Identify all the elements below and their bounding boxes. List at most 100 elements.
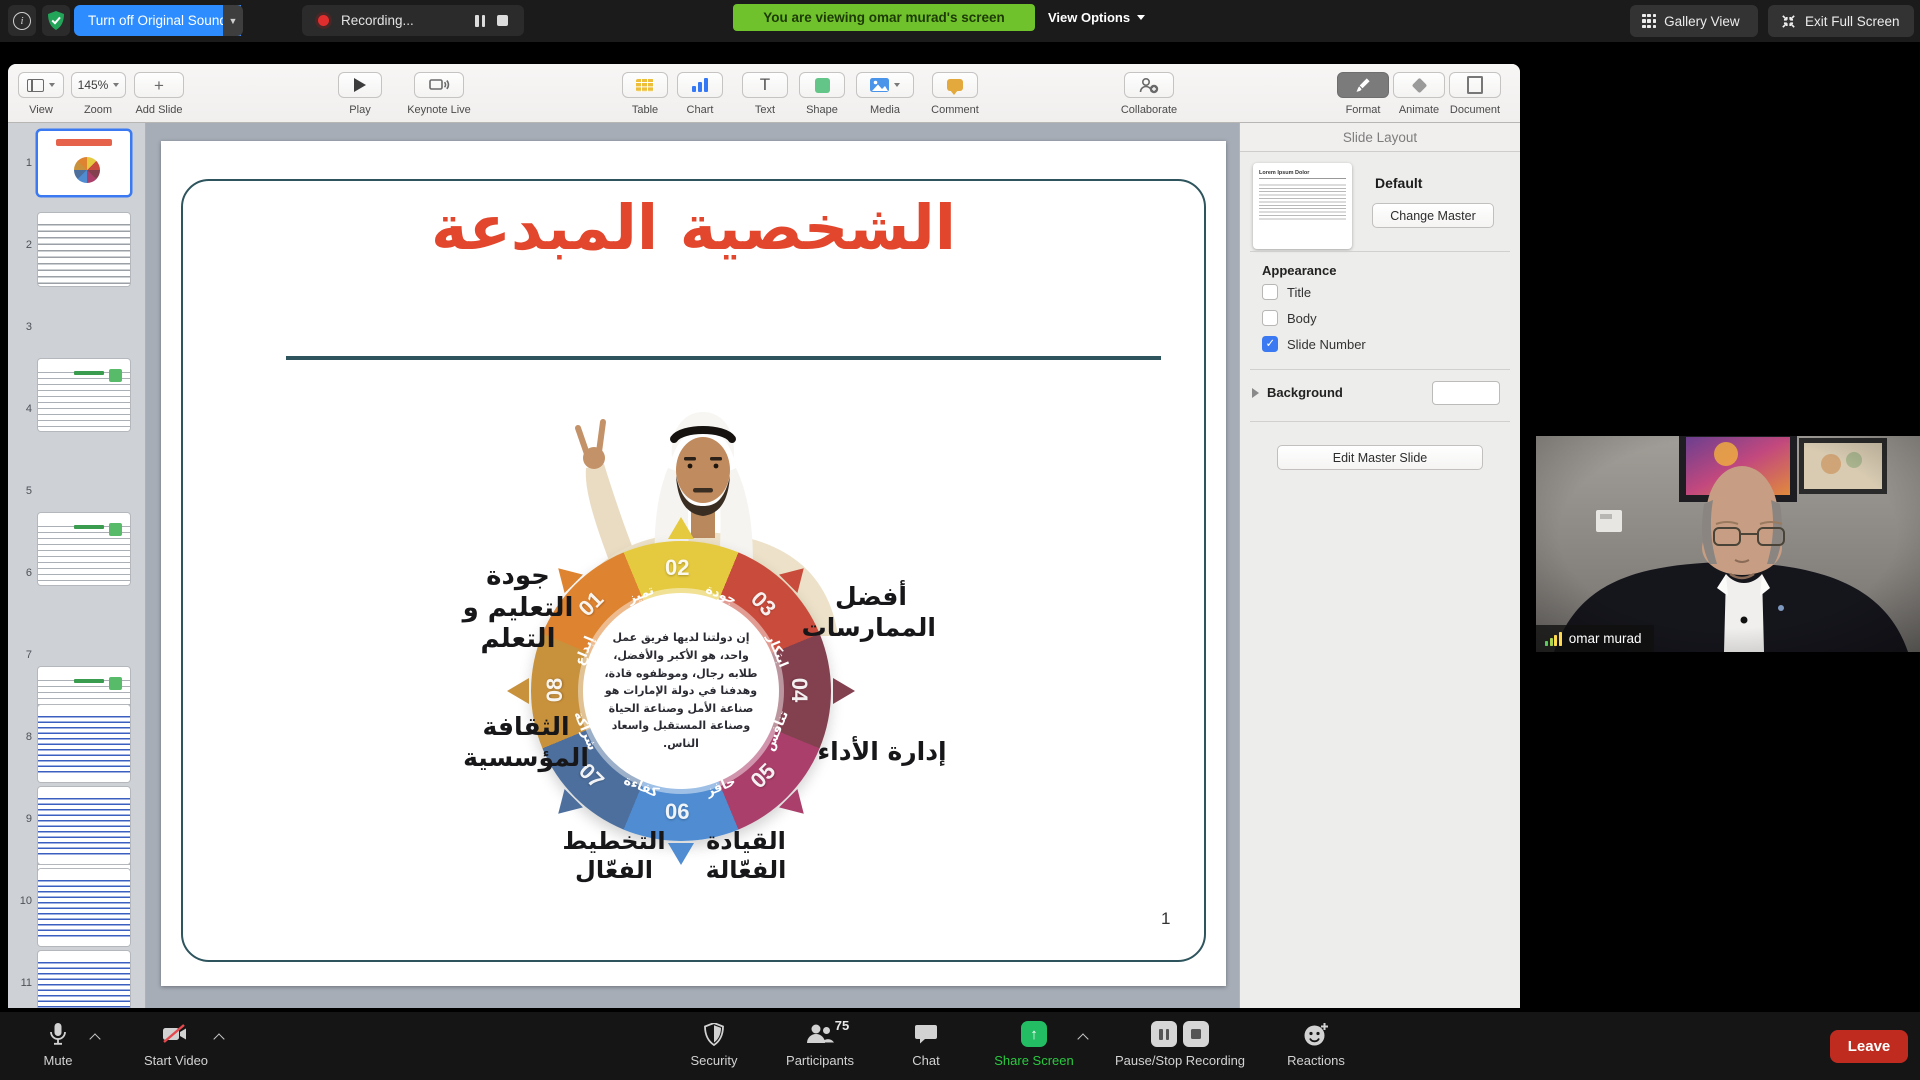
share-screen-button[interactable]: ↑ Share Screen	[959, 1020, 1109, 1068]
leave-button[interactable]: Leave	[1830, 1030, 1908, 1063]
edit-master-button[interactable]: Edit Master Slide	[1277, 445, 1483, 470]
start-video-button[interactable]: Start Video	[101, 1020, 251, 1068]
slide-canvas[interactable]: الشخصية المبدعة	[146, 123, 1239, 1008]
appearance-title: Appearance	[1262, 263, 1336, 278]
document-tab[interactable]	[1449, 72, 1501, 98]
exit-fullscreen-icon	[1780, 13, 1797, 30]
background-disclosure[interactable]: Background	[1252, 385, 1343, 400]
slide-thumbnail-11[interactable]	[38, 951, 130, 1008]
body-checkbox[interactable]	[1262, 310, 1278, 326]
text-button[interactable]: T	[742, 72, 788, 98]
divider	[1250, 421, 1510, 422]
slide-thumbnail-8[interactable]	[38, 705, 130, 782]
slide-number-label: 5	[10, 485, 32, 497]
shield-check-icon	[47, 11, 65, 31]
slide[interactable]: الشخصية المبدعة	[161, 141, 1226, 986]
zoom-control[interactable]: 145%	[71, 72, 126, 98]
body-checkbox-label: Body	[1287, 311, 1317, 326]
slide-thumbnail-2[interactable]	[38, 213, 130, 286]
keynote-toolbar: View 145% Zoom + Add Slide Play Keynote …	[8, 64, 1520, 123]
collaborate-button[interactable]	[1124, 72, 1174, 98]
security-shield-icon	[704, 1020, 724, 1048]
slide-number-label: 4	[10, 403, 32, 415]
diagram-quote-circle: إن دولتنا لديها فريق عمل واحد، هو الأكبر…	[583, 593, 779, 789]
comment-button[interactable]	[932, 72, 978, 98]
slide-number-checkbox[interactable]	[1262, 336, 1278, 352]
keynote-live-label: Keynote Live	[407, 104, 471, 116]
reactions-button[interactable]: Reactions	[1241, 1020, 1391, 1068]
view-button[interactable]	[18, 72, 64, 98]
table-button[interactable]	[622, 72, 668, 98]
ring-arrow-icon	[507, 678, 529, 704]
layout-thumbnail[interactable]: Lorem Ipsum Dolor	[1253, 163, 1352, 249]
participant-video[interactable]: omar murad	[1536, 436, 1920, 652]
share-screen-icon: ↑	[1021, 1021, 1047, 1047]
pause-recording-icon[interactable]	[475, 15, 485, 27]
slide-thumbnail-3[interactable]	[38, 359, 130, 431]
media-button[interactable]	[856, 72, 914, 98]
background-color-well[interactable]	[1432, 381, 1500, 405]
play-label: Play	[349, 104, 370, 116]
change-master-label: Change Master	[1390, 209, 1475, 223]
document-icon	[1467, 76, 1483, 94]
viewing-banner-label: You are viewing omar murad's screen	[763, 10, 1005, 25]
divider	[1250, 251, 1510, 252]
mute-options-chevron[interactable]	[91, 1032, 100, 1041]
exit-full-screen-button[interactable]: Exit Full Screen	[1768, 5, 1914, 37]
info-icon: i	[13, 12, 31, 30]
ring-number-08: 08	[542, 678, 568, 702]
participant-name: omar murad	[1569, 631, 1642, 646]
checkbox-row-title[interactable]: Title	[1262, 284, 1311, 300]
slide-thumbnail-4[interactable]	[38, 513, 130, 585]
slide-thumbnail-10[interactable]	[38, 869, 130, 946]
shape-icon	[815, 78, 830, 93]
comment-icon	[947, 79, 963, 91]
shape-button[interactable]	[799, 72, 845, 98]
keynote-live-button[interactable]	[414, 72, 464, 98]
meeting-info-button[interactable]: i	[8, 5, 36, 36]
stop-recording-square-icon[interactable]	[1183, 1021, 1209, 1047]
ring-number-04: 04	[786, 678, 812, 702]
chart-button[interactable]	[677, 72, 723, 98]
diagram: إن دولتنا لديها فريق عمل واحد، هو الأكبر…	[161, 141, 1226, 986]
participants-count: 75	[835, 1018, 849, 1033]
reactions-label: Reactions	[1287, 1053, 1345, 1068]
slide-number-label: 2	[10, 239, 32, 251]
plus-icon: +	[154, 77, 164, 94]
pause-recording-square-icon[interactable]	[1151, 1021, 1177, 1047]
format-panel: Slide Layout Lorem Ipsum Dolor Default C…	[1239, 123, 1520, 1008]
slide-number-label: 7	[10, 649, 32, 661]
animate-tab[interactable]	[1393, 72, 1445, 98]
title-checkbox[interactable]	[1262, 284, 1278, 300]
turn-off-original-sound-button[interactable]: Turn off Original Sound	[74, 5, 241, 36]
keynote-live-icon	[429, 78, 450, 92]
stop-recording-icon[interactable]	[497, 15, 508, 26]
mic-icon	[49, 1020, 67, 1048]
play-button[interactable]	[338, 72, 382, 98]
format-label: Format	[1346, 104, 1381, 116]
chevron-down-icon	[894, 83, 900, 87]
slide-thumbnail-9[interactable]	[38, 787, 130, 864]
media-icon	[870, 78, 889, 92]
video-options-chevron[interactable]	[215, 1032, 224, 1041]
format-tab[interactable]	[1337, 72, 1389, 98]
slide-navigator[interactable]: 1234567891011	[8, 123, 146, 1008]
view-options-button[interactable]: View Options	[1048, 4, 1145, 31]
change-master-button[interactable]: Change Master	[1372, 203, 1494, 228]
zoom-toolbar-label: Zoom	[84, 104, 112, 116]
title-checkbox-label: Title	[1287, 285, 1311, 300]
slide-thumbnail-1[interactable]	[38, 131, 130, 195]
gallery-view-button[interactable]: Gallery View	[1630, 5, 1758, 37]
share-options-chevron[interactable]	[1079, 1032, 1088, 1041]
checkbox-row-slide-number[interactable]: Slide Number	[1262, 336, 1366, 352]
pause-stop-label: Pause/Stop Recording	[1115, 1053, 1245, 1068]
text-icon: T	[760, 75, 770, 95]
checkbox-row-body[interactable]: Body	[1262, 310, 1317, 326]
chevron-down-icon	[1137, 15, 1145, 20]
original-sound-dropdown[interactable]: ▼	[223, 5, 243, 36]
diagram-outer-label: الثقافةالمؤسسية	[456, 712, 596, 773]
add-slide-button[interactable]: +	[134, 72, 184, 98]
encryption-badge[interactable]	[42, 5, 70, 36]
pause-stop-recording-button[interactable]: Pause/Stop Recording	[1105, 1020, 1255, 1068]
slide-number-label: 1	[10, 157, 32, 169]
